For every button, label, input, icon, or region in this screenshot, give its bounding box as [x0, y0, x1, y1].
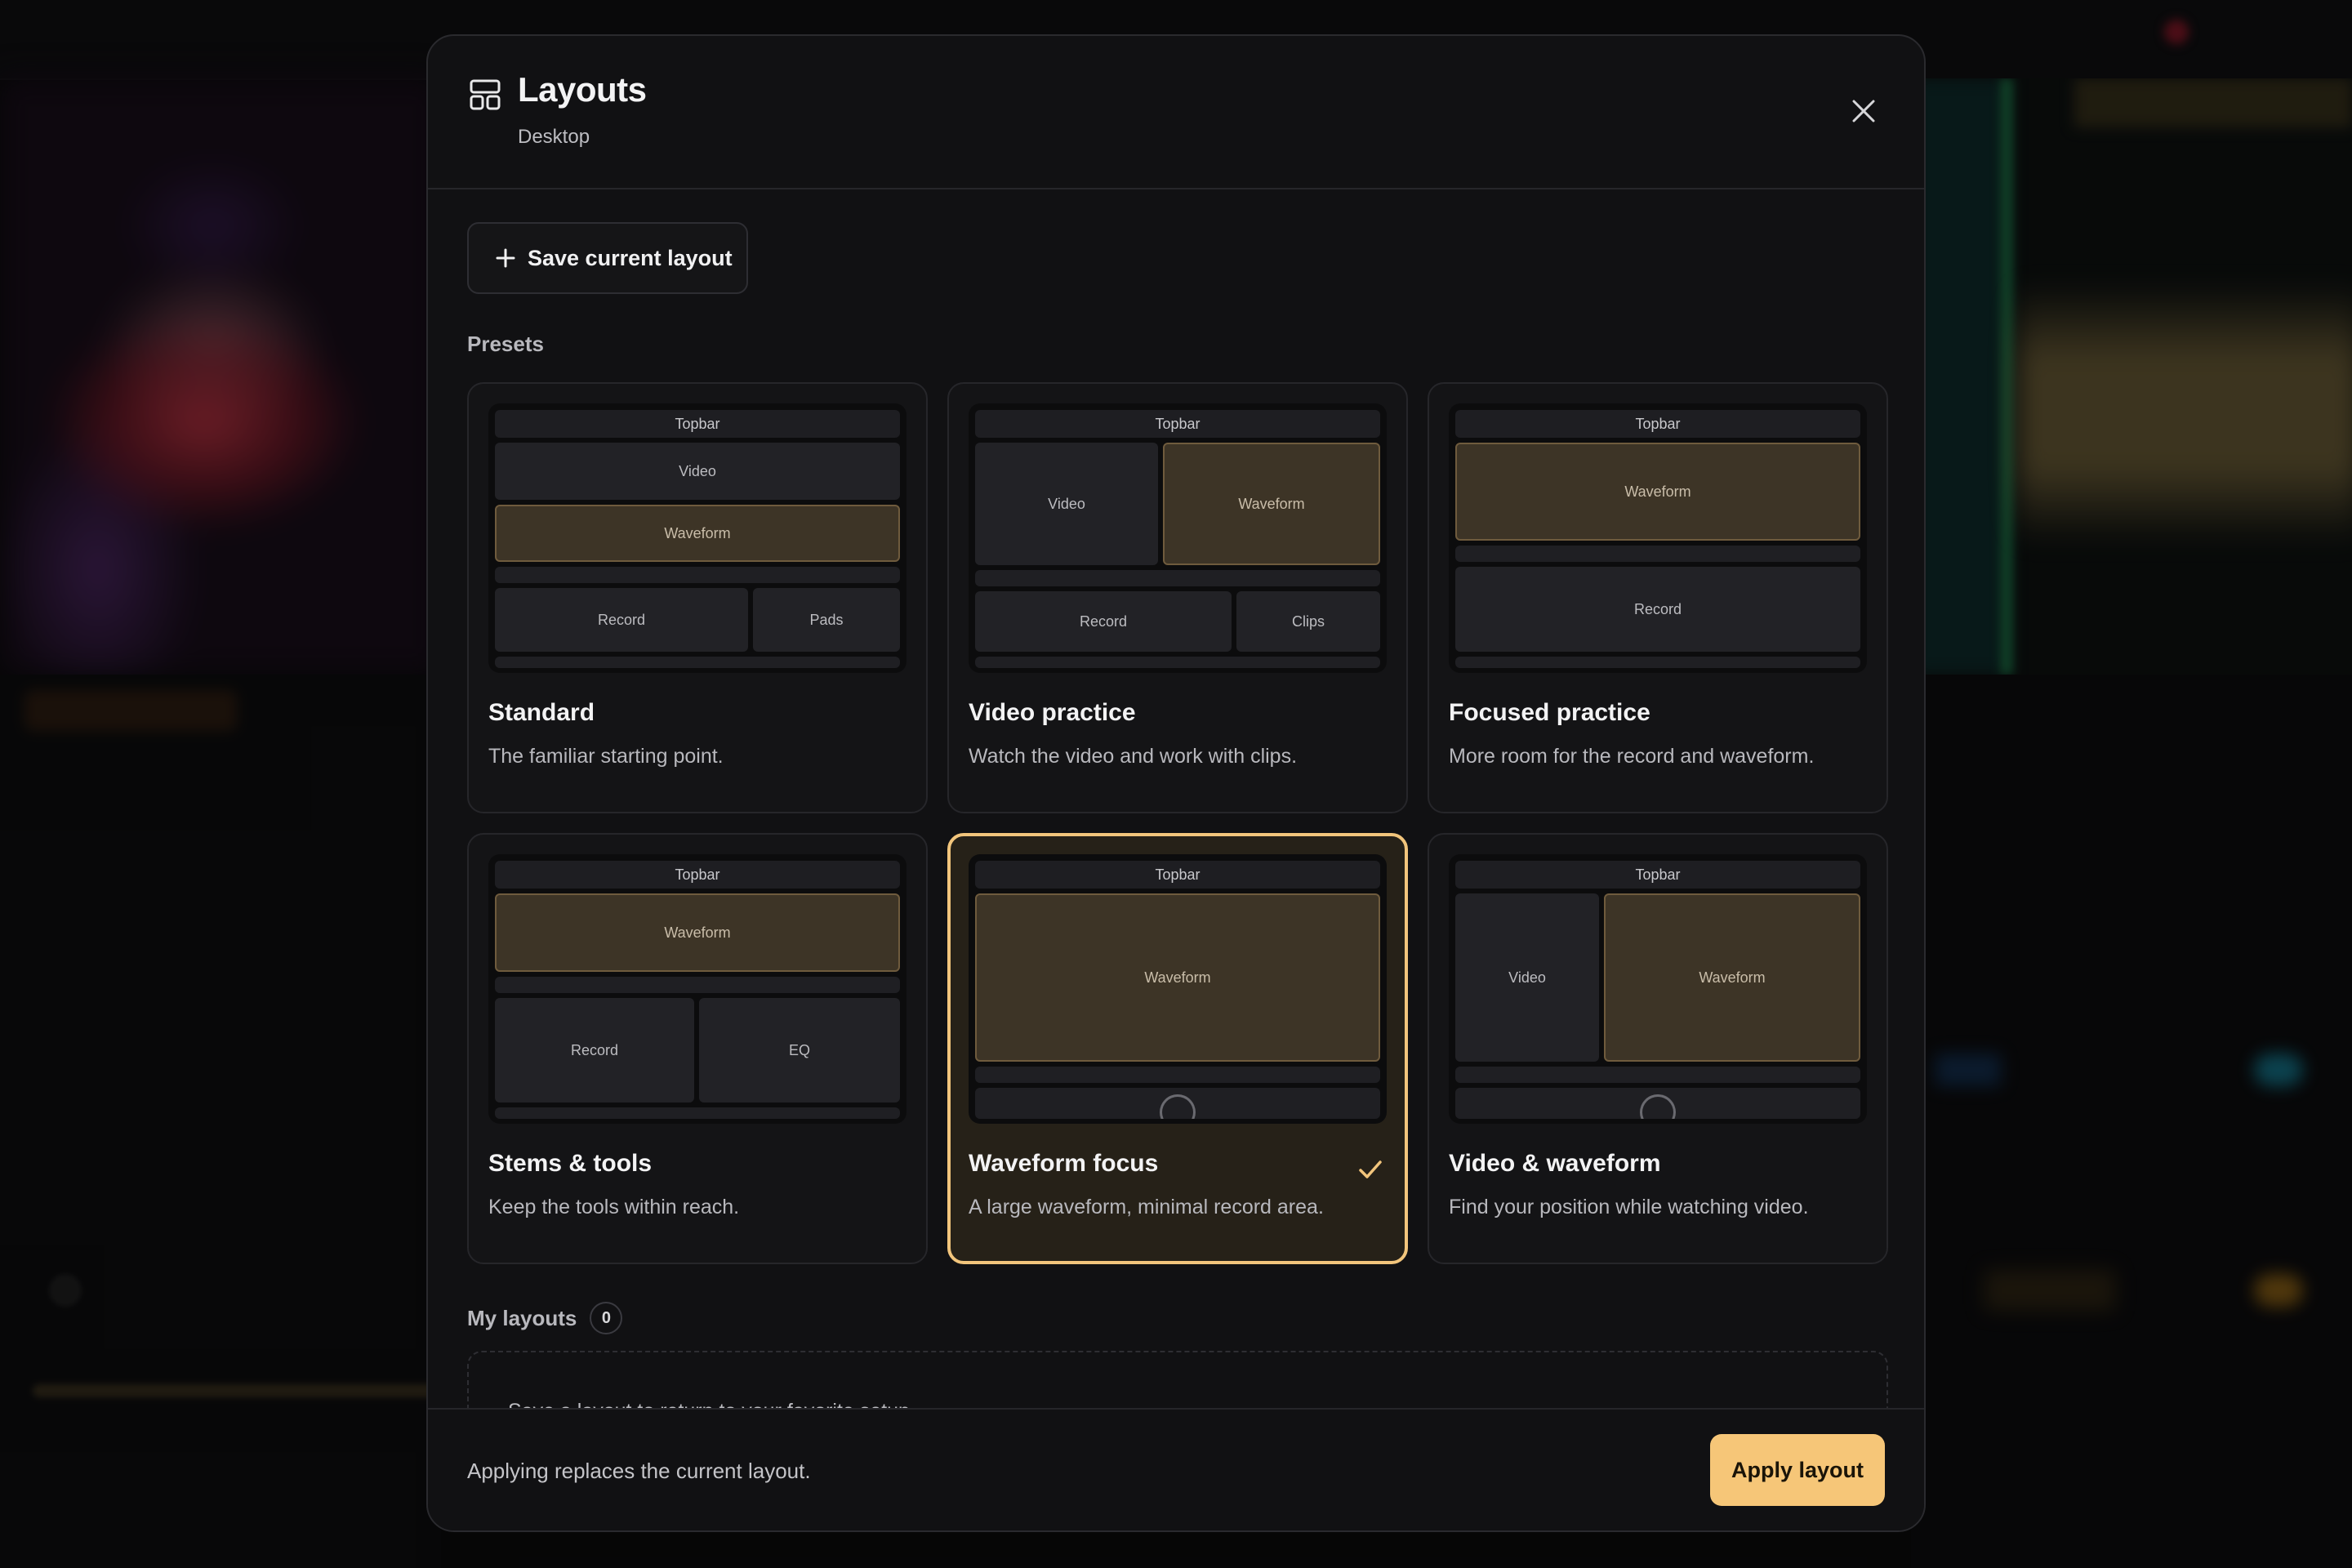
check-icon — [1359, 1160, 1382, 1178]
layout-preview: Topbar Video Waveform — [1449, 854, 1867, 1124]
preview-topbar: Topbar — [975, 410, 1380, 438]
preset-description: The familiar starting point. — [488, 745, 724, 768]
preview-clips: Clips — [1236, 591, 1380, 652]
preview-strip — [495, 977, 900, 993]
preview-record: Record — [495, 588, 748, 652]
dialog-header: Layouts Desktop — [428, 36, 1924, 189]
preview-strip — [975, 1067, 1380, 1083]
preview-eq: EQ — [699, 998, 900, 1102]
my-layouts-heading: My layouts 0 — [467, 1302, 623, 1334]
dialog-footer: Applying replaces the current layout. Ap… — [428, 1408, 1924, 1530]
preview-record-dial — [975, 1088, 1380, 1119]
my-layouts-count-badge: 0 — [590, 1302, 623, 1334]
layout-icon — [470, 79, 501, 110]
preview-topbar: Topbar — [495, 410, 900, 438]
preview-topbar: Topbar — [1455, 861, 1860, 889]
layout-preview: Topbar Waveform Record EQ — [488, 854, 906, 1124]
preset-card-stems-tools[interactable]: Topbar Waveform Record EQ Stems & tools … — [467, 833, 928, 1264]
preview-strip — [1455, 546, 1860, 562]
close-button[interactable] — [1846, 93, 1882, 129]
layout-preview: Topbar Video Waveform Record Clips — [969, 403, 1387, 673]
my-layouts-label: My layouts — [467, 1305, 577, 1330]
preview-topbar: Topbar — [1455, 410, 1860, 438]
footer-note: Applying replaces the current layout. — [467, 1459, 811, 1483]
preset-card-focused-practice[interactable]: Topbar Waveform Record Focused practice … — [1428, 382, 1888, 813]
preview-strip — [1455, 657, 1860, 668]
preview-strip — [495, 1107, 900, 1119]
presets-heading: Presets — [467, 332, 544, 356]
save-current-layout-button[interactable]: Save current layout — [467, 222, 748, 294]
preview-record: Record — [495, 998, 694, 1102]
preview-record: Record — [1455, 567, 1860, 652]
preview-waveform: Waveform — [1604, 893, 1860, 1062]
preset-card-waveform-focus[interactable]: Topbar Waveform Waveform focus A large w… — [947, 833, 1408, 1264]
preset-description: Find your position while watching video. — [1449, 1196, 1809, 1218]
preview-waveform: Waveform — [1455, 443, 1860, 541]
preset-card-video-practice[interactable]: Topbar Video Waveform Record Clips Video… — [947, 382, 1408, 813]
preset-description: A large waveform, minimal record area. — [969, 1196, 1324, 1218]
layout-preview: Topbar Waveform — [969, 854, 1387, 1124]
preview-strip — [495, 657, 900, 668]
preview-strip — [1455, 1067, 1860, 1083]
preview-waveform: Waveform — [495, 893, 900, 972]
preview-video: Video — [495, 443, 900, 500]
layout-preview: Topbar Waveform Record — [1449, 403, 1867, 673]
preset-name: Stems & tools — [488, 1150, 653, 1177]
preview-video: Video — [1455, 893, 1599, 1062]
preview-topbar: Topbar — [495, 861, 900, 889]
preview-strip — [975, 657, 1380, 668]
preview-video: Video — [975, 443, 1158, 565]
plus-icon — [496, 248, 515, 268]
save-button-label: Save current layout — [528, 245, 733, 270]
preset-name: Standard — [488, 699, 595, 726]
preset-name: Video & waveform — [1449, 1150, 1661, 1177]
preset-name: Waveform focus — [969, 1150, 1159, 1177]
preview-waveform: Waveform — [975, 893, 1380, 1062]
preset-name: Video practice — [969, 699, 1136, 726]
preview-record-dial — [1455, 1088, 1860, 1119]
preset-description: More room for the record and waveform. — [1449, 745, 1815, 768]
preset-card-video-waveform[interactable]: Topbar Video Waveform Video & waveform F… — [1428, 833, 1888, 1264]
close-icon — [1852, 100, 1875, 122]
preview-pads: Pads — [753, 588, 900, 652]
layouts-dialog: Layouts Desktop Save current layout Pres… — [426, 34, 1926, 1532]
preview-strip — [495, 567, 900, 583]
preview-strip — [975, 570, 1380, 586]
dialog-subtitle: Desktop — [518, 126, 590, 148]
preview-waveform: Waveform — [1163, 443, 1380, 565]
preset-description: Keep the tools within reach. — [488, 1196, 740, 1218]
preview-topbar: Topbar — [975, 861, 1380, 889]
preset-name: Focused practice — [1449, 699, 1650, 726]
layout-preview: Topbar Video Waveform Record Pads — [488, 403, 906, 673]
presets-grid: Topbar Video Waveform Record Pads Standa… — [467, 382, 1888, 1297]
preset-card-standard[interactable]: Topbar Video Waveform Record Pads Standa… — [467, 382, 928, 813]
apply-layout-button[interactable]: Apply layout — [1710, 1434, 1885, 1506]
preview-record: Record — [975, 591, 1232, 652]
preview-waveform: Waveform — [495, 505, 900, 562]
preset-description: Watch the video and work with clips. — [969, 745, 1298, 768]
dialog-title: Layouts — [518, 70, 647, 109]
